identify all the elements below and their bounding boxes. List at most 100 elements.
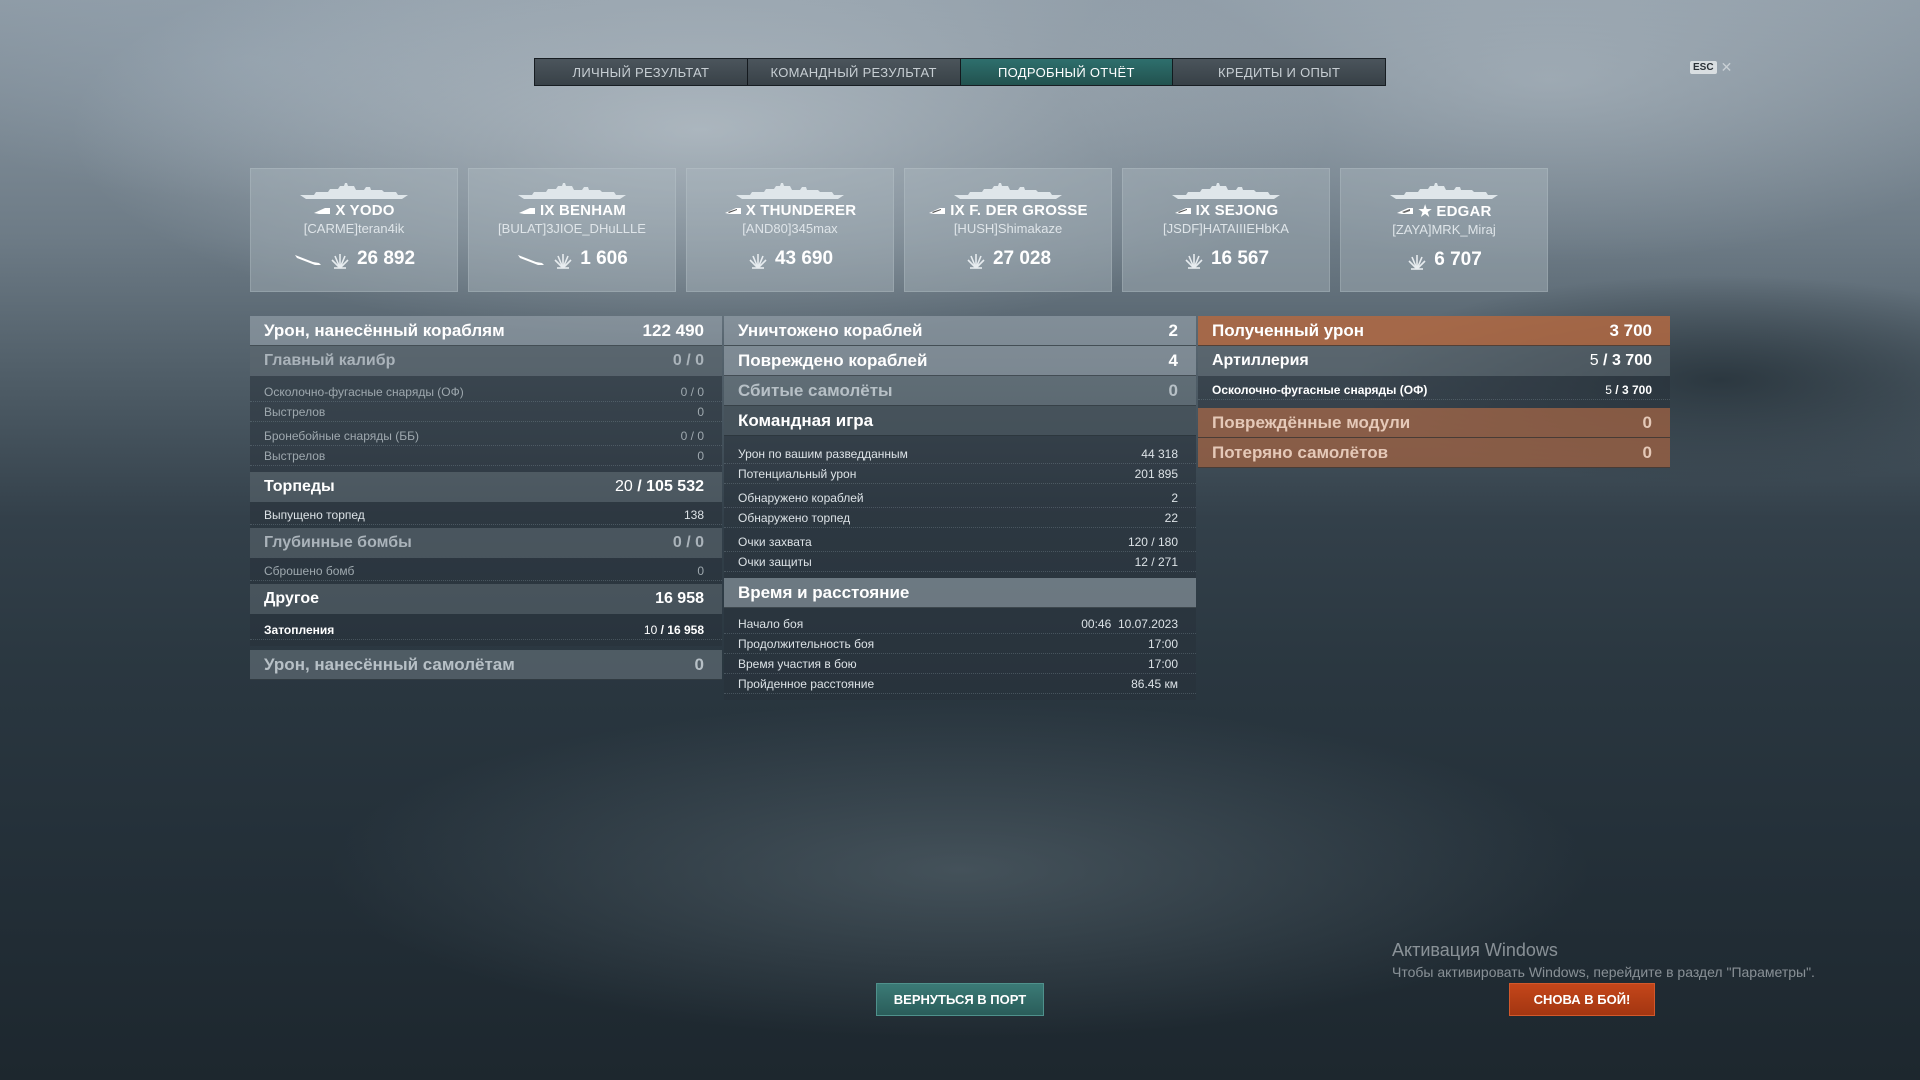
player-name: [JSDF]HATAIIIEHbKA <box>1163 221 1289 236</box>
he-received-value: 5 / 3 700 <box>1605 382 1652 397</box>
ship-card: IX F. DER GROSSE [HUSH]Shimakaze 27 028 <box>904 168 1112 292</box>
main-caliber-details: Осколочно-фугасные снаряды (ОФ) 0 / 0 Вы… <box>250 376 722 472</box>
ship-name-row: X YODO <box>313 202 394 219</box>
planes-shot-row: Сбитые самолёты 0 <box>724 376 1196 406</box>
other-details: Затопления 10 / 16 958 <box>250 614 722 646</box>
team-play-header: Командная игра <box>724 406 1196 436</box>
ap-shots-row: Выстрелов 0 <box>250 446 722 466</box>
ships-spotted-value: 2 <box>1171 490 1178 505</box>
ship-damage-row: 43 690 <box>747 248 833 270</box>
artillery-row: Артиллерия 5 / 3 700 <box>1198 346 1670 376</box>
ship-silhouette-icon <box>1390 183 1498 199</box>
battle-start-row: Начало боя 00:46 10.07.2023 <box>724 614 1196 634</box>
ships-damaged-value: 4 <box>1168 350 1178 370</box>
artillery-hits: 5 <box>1589 352 1599 369</box>
depth-charges-value: 0 / 0 <box>672 534 704 551</box>
planes-lost-row: Потеряно самолётов 0 <box>1198 438 1670 468</box>
planes-lost-value: 0 <box>1642 442 1652 462</box>
potential-damage-value: 201 895 <box>1134 466 1178 481</box>
torpedoes-launched-label: Выпущено торпед <box>264 507 365 522</box>
damage-explosion-icon <box>967 254 985 269</box>
time-distance-details: Начало боя 00:46 10.07.2023 Продолжитель… <box>724 608 1196 700</box>
damaged-modules-row: Повреждённые модули 0 <box>1198 408 1670 438</box>
main-caliber-value: 0 / 0 <box>672 352 704 369</box>
torpedoes-spotted-row: Обнаружено торпед 22 <box>724 508 1196 528</box>
ship-card: X THUNDERER [AND80]345max 43 690 <box>686 168 894 292</box>
ship-damage-row: 26 892 <box>293 248 415 270</box>
other-value: 16 958 <box>655 590 704 607</box>
depth-charges-label: Глубинные бомбы <box>264 534 412 551</box>
torpedoes-value: 20 / 105 532 <box>615 478 704 495</box>
torpedoes-hits: 20 <box>615 478 633 495</box>
ships-destroyed-label: Уничтожено кораблей <box>738 320 923 340</box>
defense-points-value: 12 / 271 <box>1134 554 1178 569</box>
torpedoes-damage: 105 532 <box>646 478 704 495</box>
battle-duration-label: Продолжительность боя <box>738 636 875 651</box>
he-shells-label: Осколочно-фугасные снаряды (ОФ) <box>264 384 464 399</box>
ship-damage-value: 43 690 <box>774 248 834 269</box>
ships-spotted-row: Обнаружено кораблей 2 <box>724 488 1196 508</box>
return-to-port-button[interactable]: ВЕРНУТЬСЯ В ПОРТ <box>876 983 1044 1016</box>
ship-damage-row: 16 567 <box>1183 248 1269 270</box>
battle-start-date: 10.07.2023 <box>1117 616 1178 631</box>
artillery-label: Артиллерия <box>1212 352 1309 369</box>
ship-card: IX BENHAM [BULAT]3JIOE_DHuLLLE 1 606 <box>468 168 676 292</box>
ship-damage-value: 6 707 <box>1434 249 1482 270</box>
ship-cards: X YODO [CARME]teran4ik 26 892 IX BENHAM [BUL… <box>250 168 1548 292</box>
participation-time-label: Время участия в бою <box>738 656 857 671</box>
ships-spotted-label: Обнаружено кораблей <box>738 490 864 505</box>
defense-points-label: Очки защиты <box>738 554 812 569</box>
received-damage-header: Полученный урон 3 700 <box>1198 316 1670 346</box>
tab-personal-result[interactable]: ЛИЧНЫЙ РЕЗУЛЬТАТ <box>535 59 748 85</box>
he-received-damage: 3 700 <box>1621 382 1652 397</box>
destroyer-icon <box>314 207 331 214</box>
battleship-icon <box>1174 207 1191 214</box>
battle-duration-row: Продолжительность боя 17:00 <box>724 634 1196 654</box>
ship-name: IX BENHAM <box>540 202 626 219</box>
results-tabs: ЛИЧНЫЙ РЕЗУЛЬТАТ КОМАНДНЫЙ РЕЗУЛЬТАТ ПОД… <box>534 58 1386 86</box>
ship-damage-value: 27 028 <box>992 248 1052 269</box>
time-distance-label: Время и расстояние <box>738 582 910 602</box>
ship-name: X YODO <box>335 202 395 219</box>
torpedo-icon <box>294 255 321 265</box>
defense-points-row: Очки защиты 12 / 271 <box>724 552 1196 572</box>
planes-shot-label: Сбитые самолёты <box>738 380 893 400</box>
tab-team-result[interactable]: КОМАНДНЫЙ РЕЗУЛЬТАТ <box>747 59 961 85</box>
participation-time-row: Время участия в бою 17:00 <box>724 654 1196 674</box>
battle-start-label: Начало боя <box>738 616 804 631</box>
esc-key-icon: ESC <box>1690 60 1717 74</box>
ship-damage-value: 16 567 <box>1210 248 1270 269</box>
damage-to-ships-value: 122 490 <box>642 320 704 340</box>
battle-again-button[interactable]: СНОВА В БОЙ! <box>1509 983 1655 1016</box>
bombs-dropped-value: 0 <box>697 563 704 578</box>
received-damage-label: Полученный урон <box>1212 320 1365 340</box>
damage-dealt-panel: Урон, нанесённый кораблям 122 490 Главны… <box>250 316 722 680</box>
ship-name: ★ EDGAR <box>1418 203 1492 220</box>
received-damage-value: 3 700 <box>1609 320 1652 340</box>
damage-received-panel: Полученный урон 3 700 Артиллерия 5 / 3 7… <box>1198 316 1670 468</box>
capture-points-value: 120 / 180 <box>1127 534 1178 549</box>
tab-credits-xp[interactable]: КРЕДИТЫ И ОПЫТ <box>1173 59 1385 85</box>
other-row: Другое 16 958 <box>250 584 722 614</box>
battle-start-value: 00:46 10.07.2023 <box>1081 617 1178 631</box>
team-play-panel: Уничтожено кораблей 2 Повреждено корабле… <box>724 316 1196 700</box>
damage-explosion-icon <box>554 254 572 269</box>
destroyer-icon <box>519 207 535 214</box>
ap-shells-row: Бронебойные снаряды (ББ) 0 / 0 <box>250 426 722 446</box>
team-play-details: Урон по вашим разведданным 44 318 Потенц… <box>724 436 1196 578</box>
damage-to-ships-label: Урон, нанесённый кораблям <box>264 320 505 340</box>
damage-explosion-icon <box>749 254 767 269</box>
main-caliber-label: Главный калибр <box>264 352 396 369</box>
ship-silhouette-icon <box>736 183 844 199</box>
ships-damaged-row: Повреждено кораблей 4 <box>724 346 1196 376</box>
ap-shells-value: 0 / 0 <box>680 428 704 443</box>
team-play-label: Командная игра <box>738 410 874 430</box>
torpedoes-spotted-label: Обнаружено торпед <box>738 510 851 525</box>
close-button[interactable]: ESC ✕ <box>1690 60 1732 74</box>
tab-detailed-report[interactable]: ПОДРОБНЫЙ ОТЧЁТ <box>960 59 1174 85</box>
depth-charges-row: Глубинные бомбы 0 / 0 <box>250 528 722 558</box>
artillery-value: 5 / 3 700 <box>1589 352 1652 369</box>
ship-name: X THUNDERER <box>745 202 857 219</box>
ship-damage-row: 6 707 <box>1406 249 1482 271</box>
damage-to-planes-label: Урон, нанесённый самолётам <box>264 654 515 674</box>
